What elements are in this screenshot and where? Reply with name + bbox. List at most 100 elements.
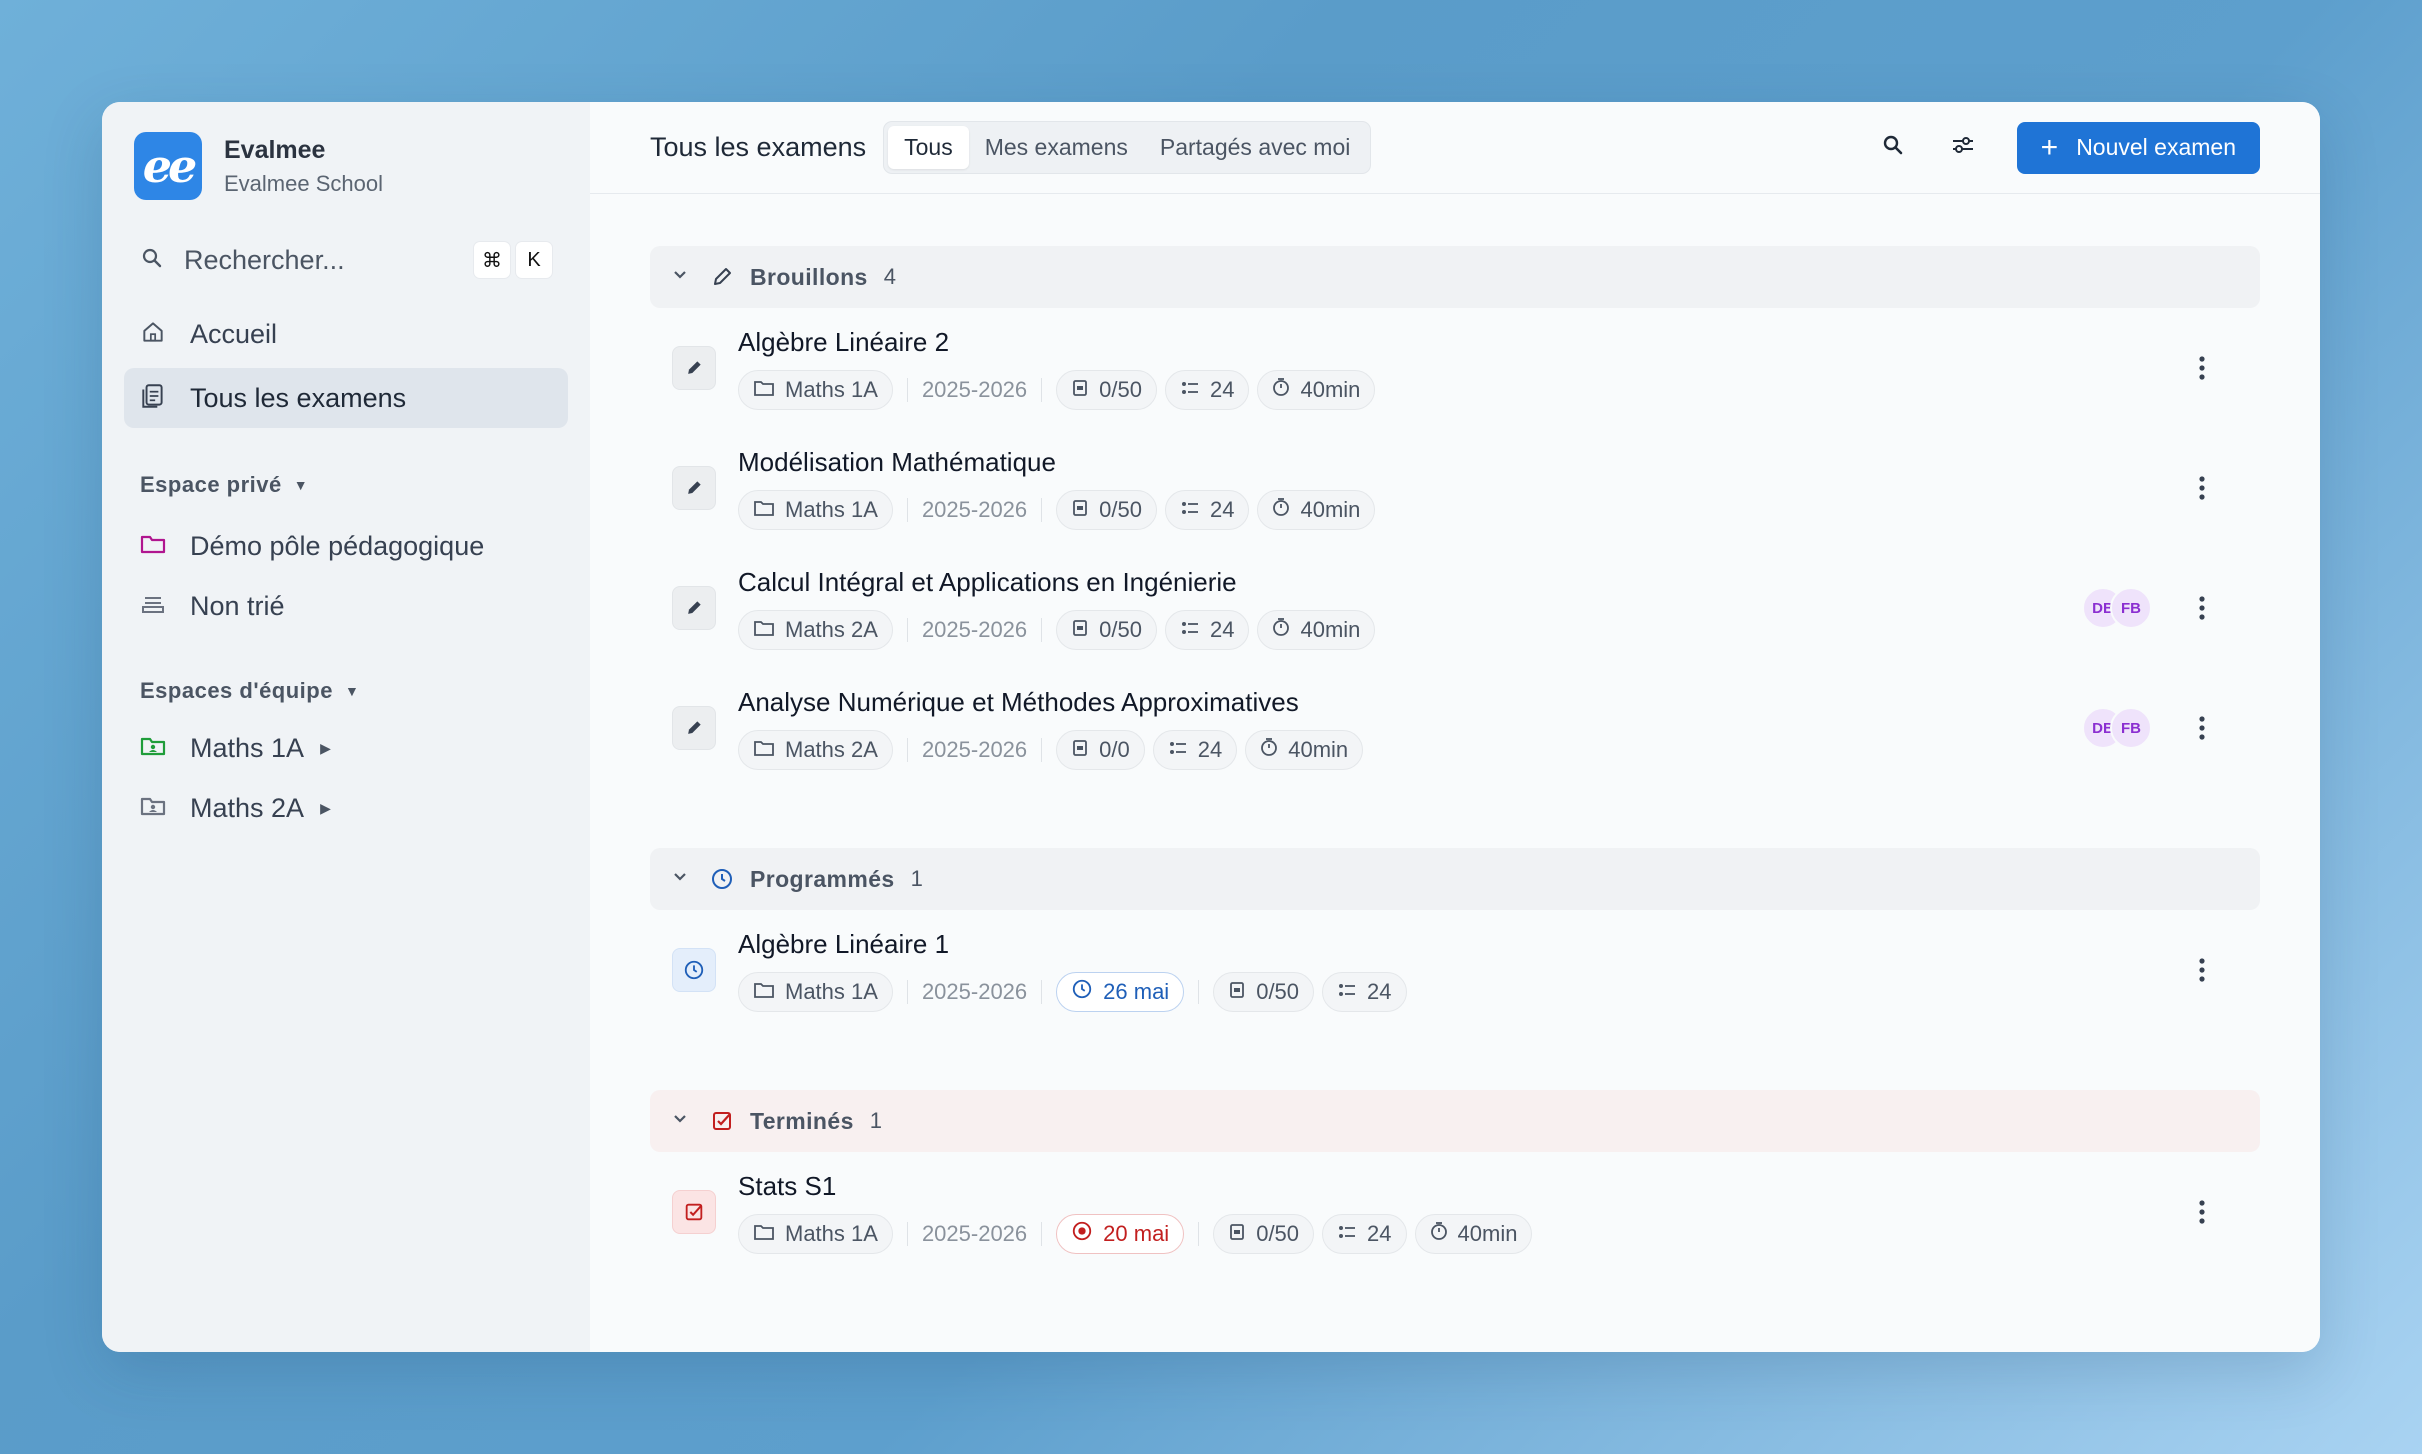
duration-chip: 40min bbox=[1257, 489, 1376, 530]
more-options-icon[interactable] bbox=[2186, 355, 2218, 381]
school-year: 2025-2026 bbox=[921, 616, 1028, 642]
duration-label: 40min bbox=[1288, 736, 1349, 762]
copy-icon bbox=[1228, 1221, 1246, 1247]
chevron-down-icon bbox=[672, 1112, 688, 1130]
draft-status-icon bbox=[672, 586, 716, 630]
copy-icon bbox=[1228, 979, 1246, 1005]
draft-status-icon bbox=[672, 466, 716, 510]
exam-title: Calcul Intégral et Applications en Ingén… bbox=[738, 566, 1237, 597]
more-options-icon[interactable] bbox=[2186, 595, 2218, 621]
divider bbox=[1041, 497, 1043, 522]
more-options-icon[interactable] bbox=[2186, 715, 2218, 741]
folder-icon bbox=[753, 617, 775, 643]
timer-icon bbox=[1272, 617, 1290, 643]
sidebar-item-home[interactable]: Accueil bbox=[124, 304, 568, 364]
more-options-icon[interactable] bbox=[2186, 957, 2218, 983]
sidebar-search[interactable]: Rechercher... ⌘ K bbox=[124, 240, 568, 280]
tab-all[interactable]: Tous bbox=[888, 126, 969, 169]
filters-button[interactable] bbox=[1943, 128, 1983, 168]
date-label: 20 mai bbox=[1103, 1220, 1170, 1246]
list-icon bbox=[1180, 617, 1200, 643]
sidebar-item-maths-1a[interactable]: Maths 1A ▶ bbox=[124, 718, 568, 778]
school-year: 2025-2026 bbox=[921, 376, 1028, 402]
pencil-icon bbox=[710, 265, 734, 289]
page-title: Tous les examens bbox=[650, 132, 867, 162]
exam-row[interactable]: Stats S1 Maths 1A 2025-2026 20 mai 0/50 … bbox=[650, 1152, 2260, 1272]
questions-chip: 24 bbox=[1164, 609, 1250, 650]
sidebar-item-unsorted[interactable]: Non trié bbox=[124, 576, 568, 636]
folder-chip[interactable]: Maths 1A bbox=[738, 971, 893, 1012]
shortcut-cmd-key: ⌘ bbox=[474, 242, 510, 278]
more-options-icon[interactable] bbox=[2186, 475, 2218, 501]
group-label: Programmés bbox=[750, 865, 895, 892]
scheduled-date-chip[interactable]: 26 mai bbox=[1056, 971, 1185, 1012]
more-options-icon[interactable] bbox=[2186, 1199, 2218, 1225]
folder-icon bbox=[753, 737, 775, 763]
exam-row[interactable]: Algèbre Linéaire 2 Maths 1A 2025-2026 0/… bbox=[650, 308, 2260, 428]
folder-chip[interactable]: Maths 2A bbox=[738, 729, 893, 770]
score-label: 0/50 bbox=[1099, 376, 1142, 402]
caret-right-icon[interactable]: ▶ bbox=[320, 740, 331, 757]
exam-row[interactable]: Modélisation Mathématique Maths 1A 2025-… bbox=[650, 428, 2260, 548]
score-label: 0/50 bbox=[1099, 496, 1142, 522]
team-space-header[interactable]: Espaces d'équipe ▼ bbox=[124, 678, 568, 704]
folder-chip[interactable]: Maths 1A bbox=[738, 369, 893, 410]
sidebar-item-maths-2a[interactable]: Maths 2A ▶ bbox=[124, 778, 568, 838]
questions-chip: 24 bbox=[1164, 369, 1250, 410]
divider bbox=[1041, 979, 1043, 1004]
score-label: 0/50 bbox=[1256, 978, 1300, 1004]
group-label: Terminés bbox=[750, 1107, 854, 1134]
list-icon bbox=[1180, 377, 1200, 403]
exam-row[interactable]: Analyse Numérique et Méthodes Approximat… bbox=[650, 668, 2260, 788]
folder-label: Maths 2A bbox=[785, 736, 878, 762]
folder-chip[interactable]: Maths 1A bbox=[738, 489, 893, 530]
school-name: Evalmee School bbox=[224, 170, 383, 196]
inbox-icon bbox=[140, 593, 166, 620]
group-header-finished[interactable]: Terminés 1 bbox=[650, 1090, 2260, 1152]
exam-row[interactable]: Algèbre Linéaire 1 Maths 1A 2025-2026 26… bbox=[650, 910, 2260, 1030]
folder-chip[interactable]: Maths 1A bbox=[738, 1213, 893, 1254]
checkbox-icon bbox=[710, 1109, 734, 1133]
folder-chip[interactable]: Maths 2A bbox=[738, 609, 893, 650]
private-space-header[interactable]: Espace privé ▼ bbox=[124, 472, 568, 498]
workspace-switcher[interactable]: ee Evalmee Evalmee School bbox=[124, 130, 568, 202]
exam-filter-tabs: Tous Mes examens Partagés avec moi bbox=[884, 122, 1371, 173]
duration-label: 40min bbox=[1300, 616, 1361, 642]
copy-icon bbox=[1071, 497, 1089, 523]
search-button[interactable] bbox=[1873, 128, 1913, 168]
divider bbox=[1198, 979, 1200, 1004]
stop-icon bbox=[1071, 1220, 1093, 1248]
group-header-drafts[interactable]: Brouillons 4 bbox=[650, 246, 2260, 308]
questions-label: 24 bbox=[1209, 496, 1235, 522]
evalmee-logo: ee bbox=[134, 132, 202, 200]
copy-icon bbox=[1071, 617, 1089, 643]
score-label: 0/50 bbox=[1099, 616, 1142, 642]
sidebar-item-all-exams[interactable]: Tous les examens bbox=[124, 368, 568, 428]
divider bbox=[1041, 737, 1043, 762]
sidebar-item-demo-pole[interactable]: Démo pôle pédagogique bbox=[124, 516, 568, 576]
collaborator-avatars[interactable]: DB FB bbox=[2082, 587, 2152, 629]
timer-icon bbox=[1430, 1221, 1448, 1247]
exam-row[interactable]: Calcul Intégral et Applications en Ingén… bbox=[650, 548, 2260, 668]
tab-shared-with-me[interactable]: Partagés avec moi bbox=[1144, 126, 1366, 169]
questions-chip: 24 bbox=[1152, 729, 1238, 770]
exam-title: Stats S1 bbox=[738, 1170, 837, 1201]
divider bbox=[906, 497, 908, 522]
questions-chip: 24 bbox=[1164, 489, 1250, 530]
new-exam-button[interactable]: + Nouvel examen bbox=[2016, 121, 2260, 174]
timer-icon bbox=[1260, 737, 1278, 763]
group-header-scheduled[interactable]: Programmés 1 bbox=[650, 848, 2260, 910]
folder-label: Maths 1A bbox=[785, 978, 878, 1004]
tab-my-exams[interactable]: Mes examens bbox=[969, 126, 1144, 169]
finished-date-chip[interactable]: 20 mai bbox=[1056, 1213, 1185, 1254]
collaborator-avatars[interactable]: DB FB bbox=[2082, 707, 2152, 749]
clock-icon bbox=[710, 867, 734, 891]
score-chip: 0/50 bbox=[1056, 489, 1157, 530]
chevron-down-icon bbox=[672, 870, 688, 888]
school-year: 2025-2026 bbox=[921, 496, 1028, 522]
divider bbox=[906, 1221, 908, 1246]
caret-right-icon[interactable]: ▶ bbox=[320, 800, 331, 817]
sidebar-item-label: Tous les examens bbox=[190, 382, 407, 413]
questions-label: 24 bbox=[1367, 1220, 1392, 1246]
new-exam-label: Nouvel examen bbox=[2076, 134, 2236, 160]
